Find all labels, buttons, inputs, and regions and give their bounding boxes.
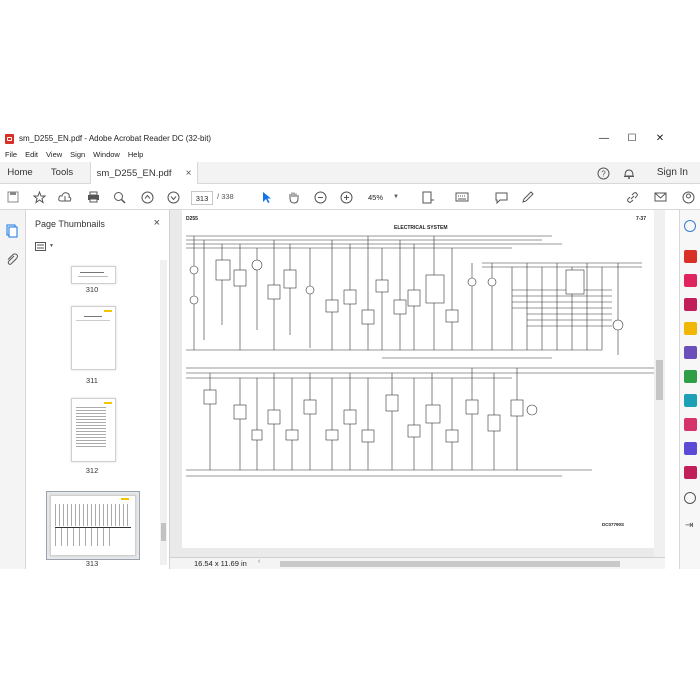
main-toolbar: 313 / 338 45% ▼ [0, 184, 700, 210]
fill-sign-icon[interactable] [684, 418, 697, 431]
sign-in-button[interactable]: Sign In [657, 162, 688, 183]
thumbnail-page-310[interactable] [71, 266, 116, 284]
chevron-down-icon: ▼ [393, 194, 399, 200]
help-icon[interactable]: ? [595, 165, 611, 181]
email-icon[interactable] [652, 189, 668, 205]
thumbnail-grid-icon [35, 241, 46, 251]
minimize-button[interactable]: — [590, 130, 618, 147]
doc-header-right: 7-37 [635, 216, 646, 222]
page-count: / 338 [217, 192, 234, 201]
menu-window[interactable]: Window [93, 150, 120, 159]
bookmark-star-icon[interactable] [31, 189, 47, 205]
compress-icon[interactable] [684, 466, 697, 479]
create-pdf-icon[interactable] [684, 274, 697, 287]
thumbnail-page-313-selected[interactable] [46, 491, 140, 560]
save-icon[interactable] [5, 189, 21, 205]
scroll-left-icon[interactable]: ‹ [258, 558, 260, 565]
edit-pdf-icon[interactable] [684, 298, 697, 311]
thumbnail-page-313 [50, 495, 136, 556]
organize-pages-icon[interactable] [684, 370, 697, 383]
menu-sign[interactable]: Sign [70, 150, 85, 159]
thumbnail-options-menu[interactable]: ▼ [35, 240, 57, 252]
previous-page-icon[interactable] [139, 189, 155, 205]
thumbnail-number: 311 [86, 376, 98, 385]
share-link-icon[interactable] [624, 189, 640, 205]
chevron-down-icon: ▼ [49, 243, 54, 249]
menu-bar: File Edit View Sign Window Help [0, 148, 151, 161]
next-page-icon[interactable] [165, 189, 181, 205]
page-fit-icon[interactable] [420, 189, 436, 205]
zoom-out-icon[interactable] [312, 189, 328, 205]
close-panel-button[interactable]: × [154, 217, 160, 229]
thumbnail-number: 310 [85, 285, 99, 294]
tab-document-label: sm_D255_EN.pdf [96, 167, 172, 179]
thumbnail-number: 312 [85, 466, 99, 475]
zoom-in-icon[interactable] [338, 189, 354, 205]
page-thumbnails-icon[interactable] [5, 224, 19, 240]
horizontal-scroll-thumb[interactable] [280, 561, 620, 567]
search-zoom-icon[interactable] [684, 220, 696, 232]
zoom-level-select[interactable]: 45% ▼ [368, 191, 406, 203]
hand-tool-icon[interactable] [285, 189, 301, 205]
find-text-icon[interactable] [111, 189, 127, 205]
right-tools-rail: ⇥ [679, 210, 700, 569]
acrobat-window: sm_D255_EN.pdf - Adobe Acrobat Reader DC… [0, 130, 700, 569]
page-thumbnails-panel: Page Thumbnails × ▼ 310 311 312 313 [26, 210, 170, 569]
document-viewport[interactable]: D255 7-37 ELECTRICAL SYSTEM DC07790S [170, 210, 665, 569]
more-tools-icon[interactable] [684, 492, 696, 504]
menu-edit[interactable]: Edit [25, 150, 38, 159]
zoom-level-value: 45% [368, 192, 384, 202]
left-navigation-rail [0, 210, 26, 569]
panel-title: Page Thumbnails [35, 219, 105, 229]
window-title: sm_D255_EN.pdf - Adobe Acrobat Reader DC… [19, 134, 212, 143]
tab-bar: Home Tools sm_D255_EN.pdf × ? Sign In [0, 162, 700, 184]
highlight-pen-icon[interactable] [519, 189, 535, 205]
tab-document[interactable]: sm_D255_EN.pdf × [90, 162, 198, 184]
document-scroll-thumb[interactable] [656, 360, 663, 400]
maximize-button[interactable]: ☐ [618, 130, 646, 147]
close-tab-button[interactable]: × [186, 168, 192, 179]
doc-header-left: D255 [186, 216, 198, 222]
keyboard-icon[interactable] [454, 189, 470, 205]
close-window-button[interactable]: ✕ [646, 130, 674, 147]
thumbnails-scrollbar[interactable] [160, 260, 167, 565]
print-icon[interactable] [85, 189, 101, 205]
pdf-page: D255 7-37 ELECTRICAL SYSTEM DC07790S [182, 210, 654, 548]
page-number-input[interactable]: 313 [191, 191, 213, 205]
comment-icon[interactable] [493, 189, 509, 205]
thumbnail-page-311[interactable] [71, 306, 116, 370]
thumbnails-scroll-thumb[interactable] [161, 523, 166, 541]
combine-files-icon[interactable] [684, 346, 697, 359]
scan-icon[interactable] [684, 394, 697, 407]
account-icon[interactable] [680, 189, 696, 205]
export-pdf-icon[interactable] [684, 250, 697, 263]
comment-tool-icon[interactable] [684, 322, 697, 335]
svg-text:?: ? [601, 169, 606, 178]
menu-help[interactable]: Help [128, 150, 143, 159]
collapse-panel-icon[interactable]: ⇥ [685, 520, 693, 531]
tab-tools[interactable]: Tools [40, 162, 84, 183]
page-size-label: 16.54 x 11.69 in [194, 559, 247, 568]
upload-cloud-icon[interactable] [57, 189, 73, 205]
thumbnail-number: 313 [85, 559, 99, 568]
menu-file[interactable]: File [5, 150, 17, 159]
menu-view[interactable]: View [46, 150, 62, 159]
status-bar: 16.54 x 11.69 in ‹ [170, 557, 665, 569]
pdf-app-icon [5, 133, 14, 144]
attachment-icon[interactable] [5, 252, 19, 268]
document-vertical-scrollbar[interactable] [654, 210, 665, 557]
tab-home[interactable]: Home [0, 162, 40, 183]
protect-icon[interactable] [684, 442, 697, 455]
thumbnail-page-312[interactable] [71, 398, 116, 462]
wiring-diagram [186, 235, 654, 477]
select-cursor-icon[interactable] [259, 189, 275, 205]
notification-bell-icon[interactable] [621, 165, 637, 181]
figure-code: DC07790S [602, 522, 625, 527]
